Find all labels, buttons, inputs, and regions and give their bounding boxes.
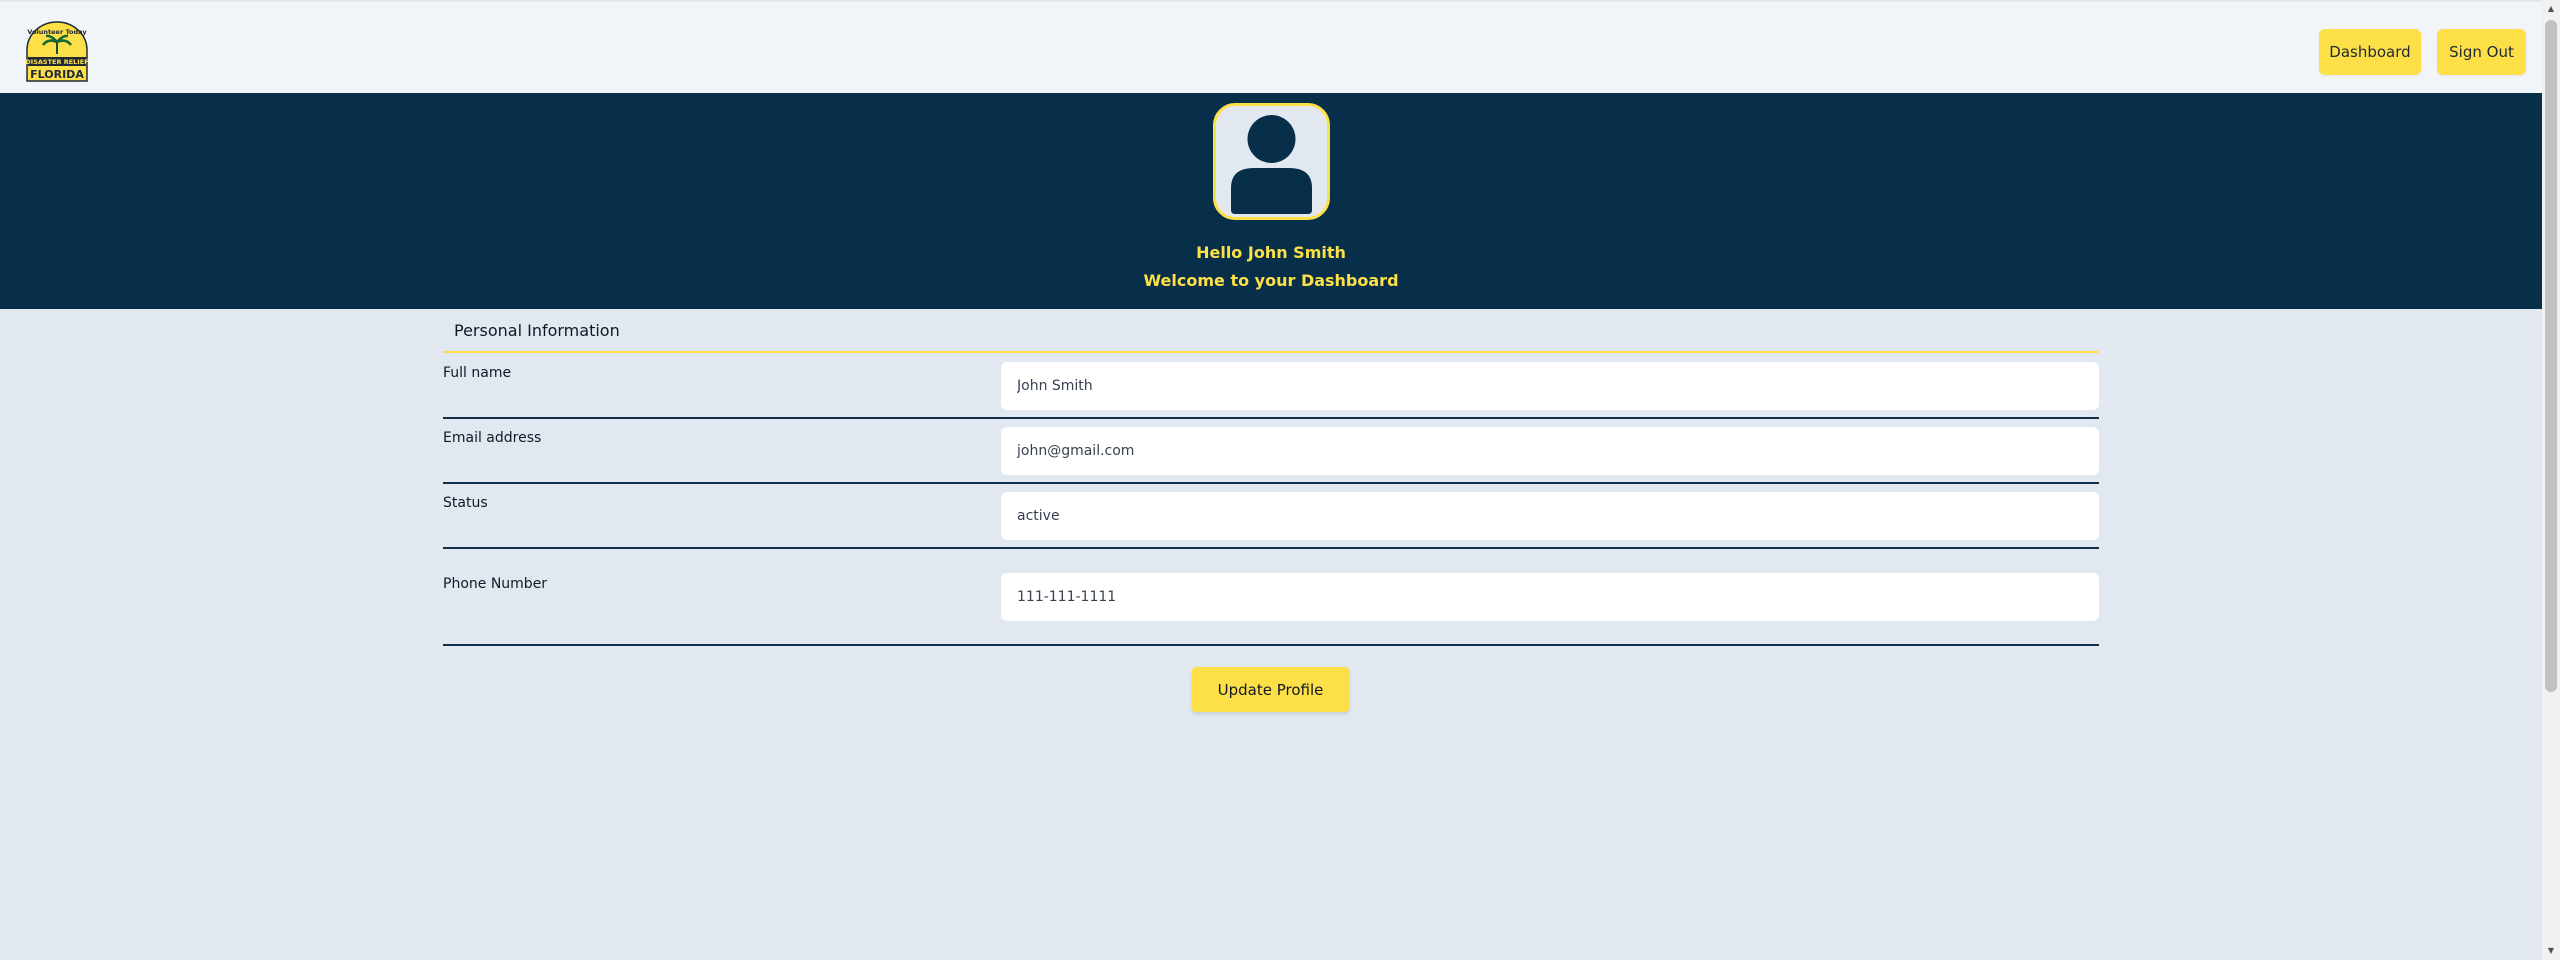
phone-label: Phone Number bbox=[443, 576, 548, 592]
full-name-label: Full name bbox=[443, 365, 512, 381]
email-label: Email address bbox=[443, 430, 542, 446]
row-divider bbox=[443, 417, 2099, 419]
row-divider bbox=[443, 644, 2099, 646]
update-profile-button[interactable]: Update Profile bbox=[1192, 667, 1349, 712]
email-input[interactable] bbox=[1001, 427, 2099, 475]
logo-text-mid: DISASTER RELIEF bbox=[25, 58, 88, 66]
logo-text-bottom: FLORIDA bbox=[30, 68, 84, 81]
full-name-input[interactable] bbox=[1001, 362, 2099, 410]
status-label: Status bbox=[443, 495, 488, 511]
status-input[interactable] bbox=[1001, 492, 2099, 540]
top-navbar: Volunteer Today DISASTER RELIEF FLORIDA … bbox=[0, 0, 2542, 93]
logo-icon: Volunteer Today DISASTER RELIEF FLORIDA bbox=[25, 21, 89, 82]
scroll-up-icon[interactable]: ▲ bbox=[2542, 0, 2560, 18]
scroll-down-icon[interactable]: ▼ bbox=[2542, 942, 2560, 960]
avatar bbox=[1213, 103, 1330, 220]
section-title: Personal Information bbox=[454, 321, 620, 340]
dashboard-button[interactable]: Dashboard bbox=[2319, 29, 2421, 75]
phone-input[interactable] bbox=[1001, 573, 2099, 621]
welcome-text: Welcome to your Dashboard bbox=[1143, 271, 1399, 290]
site-logo[interactable]: Volunteer Today DISASTER RELIEF FLORIDA bbox=[24, 20, 90, 82]
row-divider bbox=[443, 482, 2099, 484]
user-avatar-icon bbox=[1231, 115, 1312, 214]
logo-text-top: Volunteer Today bbox=[27, 28, 87, 36]
page: Volunteer Today DISASTER RELIEF FLORIDA … bbox=[0, 0, 2542, 960]
sign-out-button[interactable]: Sign Out bbox=[2437, 29, 2526, 75]
page-scrollbar[interactable]: ▲ ▼ bbox=[2542, 0, 2560, 960]
scroll-thumb[interactable] bbox=[2545, 20, 2557, 692]
section-header: Personal Information bbox=[443, 309, 2099, 353]
greeting-text: Hello John Smith bbox=[1196, 243, 1346, 262]
row-divider bbox=[443, 547, 2099, 549]
welcome-banner: Hello John Smith Welcome to your Dashboa… bbox=[0, 93, 2542, 309]
